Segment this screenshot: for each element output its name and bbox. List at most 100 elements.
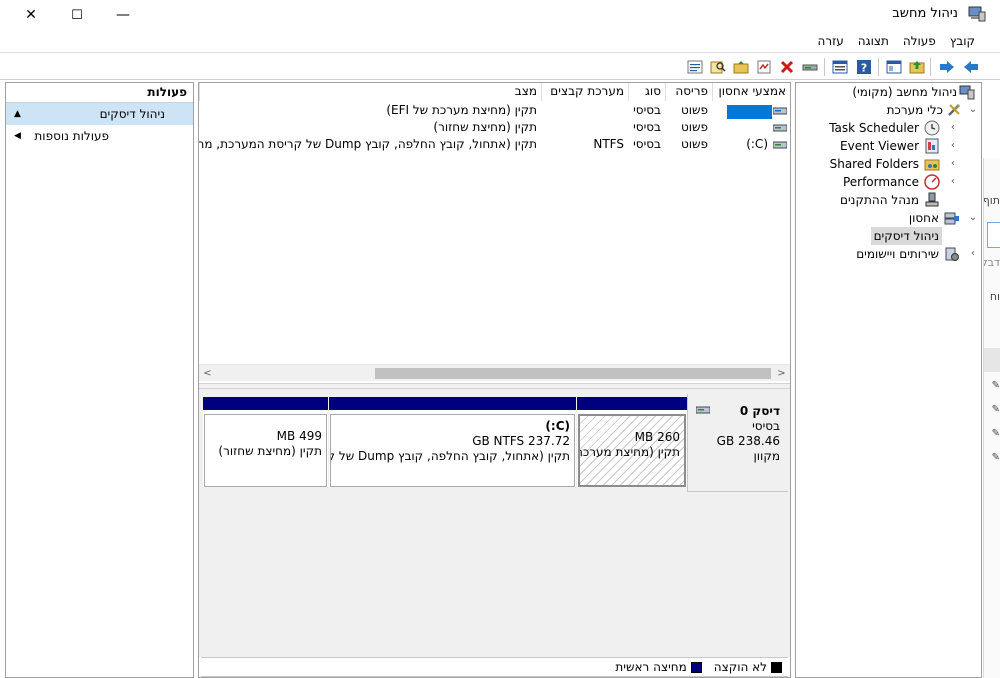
scroll-right-arrow-icon[interactable]: >: [773, 365, 790, 382]
list-button[interactable]: [685, 57, 705, 77]
partition-efi[interactable]: 260 MB תקין (מחיצת מערכת EFI): [577, 397, 687, 487]
properties-button[interactable]: [830, 57, 850, 77]
close-button[interactable]: ✕: [8, 0, 54, 30]
volume-fs: [541, 102, 628, 119]
menu-view[interactable]: תצוגה: [851, 34, 896, 48]
rescan-button[interactable]: [754, 57, 774, 77]
svg-text:?: ?: [861, 62, 867, 75]
column-volume[interactable]: אמצעי אחסון: [712, 83, 790, 101]
horizontal-scrollbar[interactable]: < >: [199, 364, 790, 381]
partition-status: תקין (מחיצת שחזור): [218, 444, 322, 458]
partition-body: 260 MB תקין (מחיצת מערכת EFI): [578, 414, 686, 487]
column-file-system[interactable]: מערכת קבצים: [541, 83, 628, 101]
partition-c[interactable]: (C:) 237.72 GB NTFS תקין (אתחול, קובץ הח…: [329, 397, 576, 487]
event-viewer-icon: [925, 138, 939, 154]
background-input: [987, 222, 1000, 248]
disk-0-label[interactable]: דיסק 0 בסיסי 238.46 GB מקוון: [687, 394, 788, 492]
background-text: תוף: [983, 194, 1000, 207]
back-button[interactable]: [961, 57, 981, 77]
forward-arrow-icon: [940, 61, 954, 73]
volume-type: בסיסי: [633, 120, 661, 134]
folder-icon: [733, 61, 749, 74]
tree-event-viewer[interactable]: Event Viewer: [840, 137, 919, 155]
scrollbar-thumb[interactable]: [375, 368, 771, 379]
expand-system-tools[interactable]: ⌄: [968, 101, 978, 119]
collapse-arrow-icon[interactable]: ▲: [14, 103, 21, 125]
submenu-arrow-icon[interactable]: ◀: [14, 125, 21, 147]
tree-disk-management[interactable]: ניהול דיסקים: [870, 227, 942, 245]
center-pane: אמצעי אחסון פריסה סוג מערכת קבצים מצב פש…: [198, 82, 791, 678]
legend-swatch-unallocated: [771, 661, 782, 673]
menu-help[interactable]: עזרה: [811, 34, 851, 48]
tree-performance[interactable]: Performance: [843, 173, 919, 191]
legend-unallocated: לא הוקצה: [713, 660, 767, 674]
legend-primary: מחיצה ראשית: [615, 660, 687, 674]
up-one-level-button[interactable]: [907, 57, 927, 77]
help-button[interactable]: ?: [854, 57, 874, 77]
action-more-actions[interactable]: פעולות נוספות ◀: [6, 125, 193, 147]
list-icon: [687, 60, 703, 74]
tree-root[interactable]: ניהול מחשב (מקומי): [852, 83, 957, 101]
partition-body: (C:) 237.72 GB NTFS תקין (אתחול, קובץ הח…: [330, 414, 575, 487]
volume-layout: פשוט: [680, 103, 708, 117]
expand-storage[interactable]: ⌄: [968, 209, 978, 227]
tree-storage[interactable]: אחסון: [909, 209, 939, 227]
disk-type: בסיסי: [752, 419, 780, 433]
scroll-left-arrow-icon[interactable]: <: [199, 365, 216, 382]
computer-management-icon: [959, 85, 975, 100]
partition-body: 499 MB תקין (מחיצת שחזור): [204, 414, 327, 487]
column-layout[interactable]: פריסה: [665, 83, 712, 101]
up-folder-icon: [909, 61, 925, 74]
volume-layout: פשוט: [680, 120, 708, 134]
delete-icon: [780, 60, 794, 74]
tree-task-scheduler[interactable]: Task Scheduler: [829, 119, 919, 137]
tools-icon: [948, 104, 960, 116]
folder-button[interactable]: [731, 57, 751, 77]
tree-shared-folders[interactable]: Shared Folders: [830, 155, 919, 173]
pin-icon: ✎: [991, 380, 1000, 391]
tree-system-tools[interactable]: כלי מערכת: [887, 101, 943, 119]
expand-shared-folders[interactable]: ‹: [948, 155, 958, 173]
column-type[interactable]: סוג: [628, 83, 665, 101]
volume-row[interactable]: (C:) פשוט בסיסי NTFS תקין (אתחול, קובץ ה…: [199, 136, 790, 153]
expand-event-viewer[interactable]: ‹: [948, 137, 958, 155]
partition-status: תקין (אתחול, קובץ החלפה, קובץ Dump של קר…: [331, 449, 570, 463]
delete-button[interactable]: [777, 57, 797, 77]
background-text: דבק: [984, 256, 1000, 269]
tree-services-and-apps[interactable]: שירותים ויישומים: [856, 245, 939, 263]
volume-row[interactable]: פשוט בסיסי תקין (מחיצת שחזור): [199, 119, 790, 136]
volume-fs: [541, 119, 628, 136]
maximize-button[interactable]: ☐: [54, 0, 100, 30]
partition-size: 260 MB: [634, 430, 680, 444]
menu-bar: קובץ פעולה תצוגה עזרה: [0, 30, 1000, 52]
volume-row[interactable]: פשוט בסיסי תקין (מחיצת מערכת של EFI): [199, 102, 790, 119]
close-icon: ✕: [25, 7, 37, 23]
navigation-tree: ניהול מחשב (מקומי) ⌄ כלי מערכת ‹ Task Sc…: [795, 82, 982, 678]
expand-task-scheduler[interactable]: ‹: [948, 119, 958, 137]
tree-device-manager[interactable]: מנהל ההתקנים: [840, 191, 919, 209]
search-icon: [710, 61, 726, 74]
volume-name: [712, 102, 772, 119]
partition-recovery[interactable]: 499 MB תקין (מחיצת שחזור): [203, 397, 328, 487]
expand-services[interactable]: ‹: [968, 245, 978, 263]
action-label: פעולות נוספות: [34, 129, 109, 143]
actions-header: פעולות: [6, 83, 193, 103]
menu-file[interactable]: קובץ: [943, 34, 982, 48]
expand-performance[interactable]: ‹: [948, 173, 958, 191]
action-disk-management[interactable]: ניהול דיסקים ▲: [6, 103, 193, 125]
menu-action[interactable]: פעולה: [896, 34, 943, 48]
volume-type: בסיסי: [633, 103, 661, 117]
connect-icon: [802, 64, 818, 71]
column-status[interactable]: מצב: [199, 83, 541, 101]
properties-icon: [832, 60, 848, 74]
rescan-icon: [757, 60, 771, 74]
search-button[interactable]: [708, 57, 728, 77]
forward-button[interactable]: [937, 57, 957, 77]
connect-button[interactable]: [800, 57, 820, 77]
partition-bar: [329, 397, 576, 410]
minimize-button[interactable]: —: [100, 0, 146, 30]
performance-icon: [924, 174, 940, 190]
volume-drive-icon: [773, 107, 787, 115]
show-hide-tree-button[interactable]: [884, 57, 904, 77]
title-bar: ✕ ☐ — ניהול מחשב: [0, 0, 1000, 30]
